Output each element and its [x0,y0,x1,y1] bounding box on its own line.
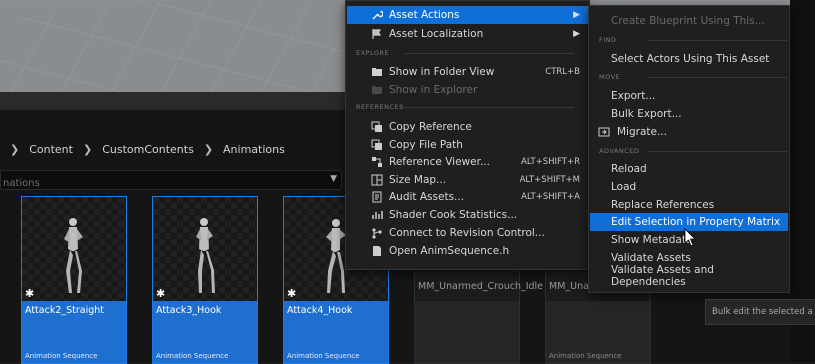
menu-item-reload[interactable]: Reload [590,160,788,178]
menu-item-label: Validate Assets [611,252,691,264]
menu-item-label: Show in Explorer [389,84,478,96]
shortcut-label: ALT+SHIFT+R [521,157,580,167]
star-icon: ✱ [287,287,297,300]
section-header-explore: EXPLORE [356,49,575,57]
breadcrumb-item-content[interactable]: Content [29,143,73,156]
section-header-move: MOVE [599,73,789,81]
breadcrumb-item-customcontents[interactable]: CustomContents [102,143,194,156]
search-input[interactable] [1,174,305,193]
tooltip: Bulk edit the selected a [705,299,815,325]
section-header-advanced: ADVANCED [599,147,789,155]
menu-item-label: Asset Localization [389,28,484,40]
wrench-icon [371,9,384,21]
menu-item-label: Bulk Export... [611,108,682,120]
menu-item-label: Audit Assets... [389,191,465,203]
menu-item-label: Connect to Revision Control... [389,227,545,239]
menu-item-select-actors[interactable]: Select Actors Using This Asset [590,50,788,68]
asset-type: Animation Sequence [287,352,360,360]
menu-item-asset-localization[interactable]: Asset Localization ▶ [347,25,588,43]
chevron-right-icon: ▶ [573,10,580,20]
menu-item-export[interactable]: Export... [590,87,788,105]
reference-graph-icon [371,156,383,168]
menu-item-label: Validate Assets and Dependencies [611,264,714,288]
menu-item-label: Asset Actions [389,9,460,21]
menu-item-copy-file-path[interactable]: Copy File Path [347,136,588,154]
menu-item-label: Copy Reference [389,121,472,133]
menu-item-asset-actions[interactable]: Asset Actions ▶ [347,6,588,24]
asset-type: Animation Sequence [25,352,98,360]
size-map-icon [371,174,383,186]
menu-item-load[interactable]: Load [590,178,788,196]
breadcrumb-item-animations[interactable]: Animations [223,143,285,156]
asset-actions-submenu: Create Blueprint Using This... FIND Sele… [588,5,790,293]
star-icon: ✱ [25,287,35,300]
menu-item-copy-reference[interactable]: Copy Reference [347,118,588,136]
menu-item-label: Reference Viewer... [389,156,490,168]
character-figure-icon [196,218,215,293]
asset-search-box[interactable]: ▼ [0,170,342,193]
menu-item-label: Size Map... [389,174,447,186]
code-file-icon [371,245,383,257]
asset-tile[interactable]: ✱ Attack2_Straight Animation Sequence [21,196,127,364]
section-header-find: FIND [599,36,783,44]
section-header-references: REFERENCES [356,103,573,111]
folder-open-icon [371,84,383,96]
asset-name: Attack4_Hook [287,305,353,316]
menu-item-label: Reload [611,163,647,175]
chevron-down-icon[interactable]: ▼ [330,174,337,184]
menu-item-validate-assets-dependencies[interactable]: Validate Assets and Dependencies [590,264,788,288]
menu-item-label: Replace References [611,199,715,211]
statistics-icon [371,209,383,221]
character-figure-icon [64,218,83,293]
menu-item-label: Show in Folder View [389,66,495,78]
menu-item-label: Load [611,181,637,193]
menu-item-shader-cook-statistics[interactable]: Shader Cook Statistics... [347,206,588,224]
menu-item-bulk-export[interactable]: Bulk Export... [590,105,788,123]
chevron-right-icon: ❯ [82,142,93,156]
audit-icon [371,191,383,203]
menu-item-connect-revision-control[interactable]: Connect to Revision Control... [347,224,588,242]
shortcut-label: CTRL+B [545,67,580,77]
asset-type: Animation Sequence [156,352,229,360]
menu-item-label: Migrate... [617,126,667,138]
folder-icon [371,66,383,78]
asset-tile[interactable]: ✱ Attack3_Hook Animation Sequence [152,196,258,364]
mouse-cursor-icon [684,228,696,247]
menu-item-open-animsequence[interactable]: Open AnimSequence.h [347,242,588,260]
asset-name: MM_Unarmed_Crouch_Idle [418,281,544,292]
menu-item-replace-references[interactable]: Replace References [590,196,788,214]
asset-type: Animation Sequence [549,352,622,360]
shortcut-label: ALT+SHIFT+A [521,192,580,202]
menu-item-label: Shader Cook Statistics... [389,209,518,221]
asset-name: Attack3_Hook [156,305,222,316]
flag-icon [371,28,383,40]
asset-name: Attack2_Straight [25,305,105,316]
menu-item-show-in-folder-view[interactable]: Show in Folder View CTRL+B [347,63,588,81]
chevron-right-icon: ▶ [573,29,580,39]
menu-item-show-in-explorer[interactable]: Show in Explorer [347,81,588,99]
menu-item-reference-viewer[interactable]: Reference Viewer... ALT+SHIFT+R [347,153,588,171]
menu-item-label: Create Blueprint Using This... [611,15,765,27]
menu-item-migrate[interactable]: Migrate... [590,123,788,141]
menu-item-create-blueprint[interactable]: Create Blueprint Using This... [590,12,788,30]
menu-item-label: Copy File Path [389,139,463,151]
copy-icon [371,121,383,133]
chevron-right-icon: ❯ [203,142,214,156]
menu-item-audit-assets[interactable]: Audit Assets... ALT+SHIFT+A [347,188,588,206]
revision-control-icon [371,227,383,239]
copy-icon [371,139,383,151]
chevron-right-icon: ❯ [10,142,20,156]
menu-item-label: Open AnimSequence.h [389,245,510,257]
menu-item-label: Export... [611,90,656,102]
menu-item-label: Select Actors Using This Asset [611,53,770,65]
shortcut-label: ALT+SHIFT+M [519,175,580,185]
menu-item-label: Edit Selection in Property Matrix [611,216,781,228]
asset-context-menu: Asset Actions ▶ Asset Localization ▶ EXP… [345,0,590,270]
star-icon: ✱ [156,287,166,300]
menu-item-size-map[interactable]: Size Map... ALT+SHIFT+M [347,171,588,189]
